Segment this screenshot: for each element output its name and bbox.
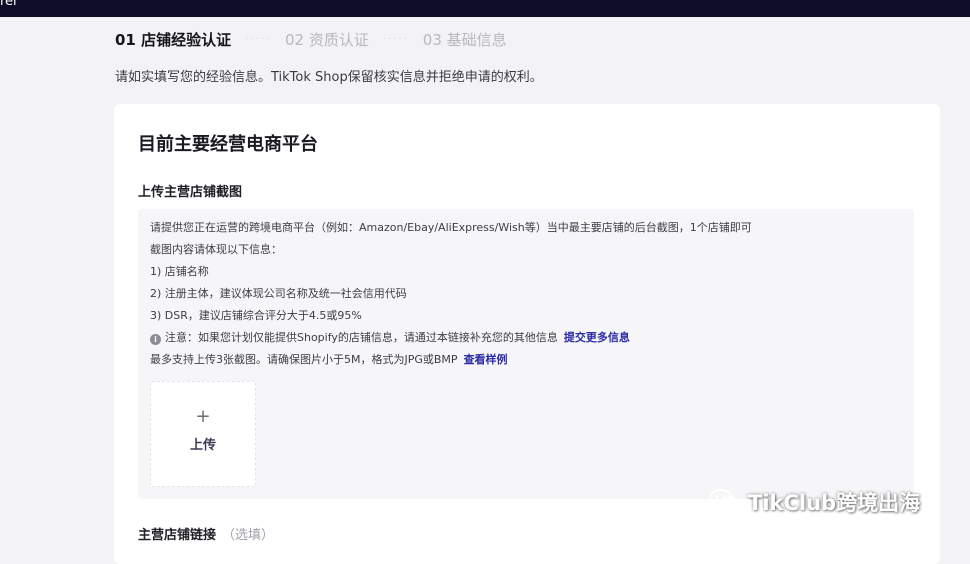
instruction-line: 3) DSR，建议店铺综合评分大于4.5或95% [150,309,362,322]
note-text: 注意：如果您计划仅能提供Shopify的店铺信息，请通过本链接补充您的其他信息 [165,331,558,344]
wechat-icon [709,489,740,514]
step-store-experience[interactable]: 01 店铺经验认证 [115,29,231,50]
upload-label: 上传 [189,438,216,453]
upload-instructions-box: 请提供您正在运营的跨境电商平台（例如：Amazon/Ebay/AliExpres… [138,209,914,499]
watermark-text: TikClub跨境出海 [748,491,921,515]
instruction-line: 2) 注册主体，建议体现公司名称及统一社会信用代码 [150,287,407,300]
step-separator: ····· [382,33,409,45]
step-basic-info[interactable]: 03 基础信息 [423,29,507,50]
topbar-partial-text: rer [0,0,19,9]
upload-hint-line: 最多支持上传3张截图。请确保图片小于5M，格式为JPG或BMP 查看样例 [150,349,752,371]
watermark: TikClub跨境出海 [708,487,920,517]
progress-stepper: 01 店铺经验认证 ····· 02 资质认证 ····· 03 基础信息 [115,28,507,50]
instruction-line: 截图内容请体现以下信息： [150,243,282,256]
instruction-line: 1) 店铺名称 [150,265,209,278]
upload-section-title: 上传主营店铺截图 [138,185,243,200]
card-title: 目前主要经营电商平台 [138,134,318,155]
instruction-line: 请提供您正在运营的跨境电商平台（例如：Amazon/Ebay/AliExpres… [150,221,752,234]
store-link-title: 主营店铺链接 [138,528,217,543]
intro-text: 请如实填写您的经验信息。TikTok Shop保留核实信息并拒绝申请的权利。 [115,70,543,85]
step-qualification[interactable]: 02 资质认证 [285,29,369,50]
plus-icon: + [195,406,211,427]
upload-button[interactable]: + 上传 [150,381,256,487]
top-navigation-bar: rer [0,0,970,17]
store-link-section-title: 主营店铺链接 （选填） [138,524,274,543]
step-separator: ····· [245,33,272,45]
view-sample-link[interactable]: 查看样例 [464,353,508,366]
submit-more-info-link[interactable]: 提交更多信息 [564,331,630,344]
upload-hint-text: 最多支持上传3张截图。请确保图片小于5M，格式为JPG或BMP [150,353,458,366]
note-line: i 注意：如果您计划仅能提供Shopify的店铺信息，请通过本链接补充您的其他信息… [150,327,752,349]
info-icon: i [150,334,161,345]
optional-tag: （选填） [222,528,275,543]
